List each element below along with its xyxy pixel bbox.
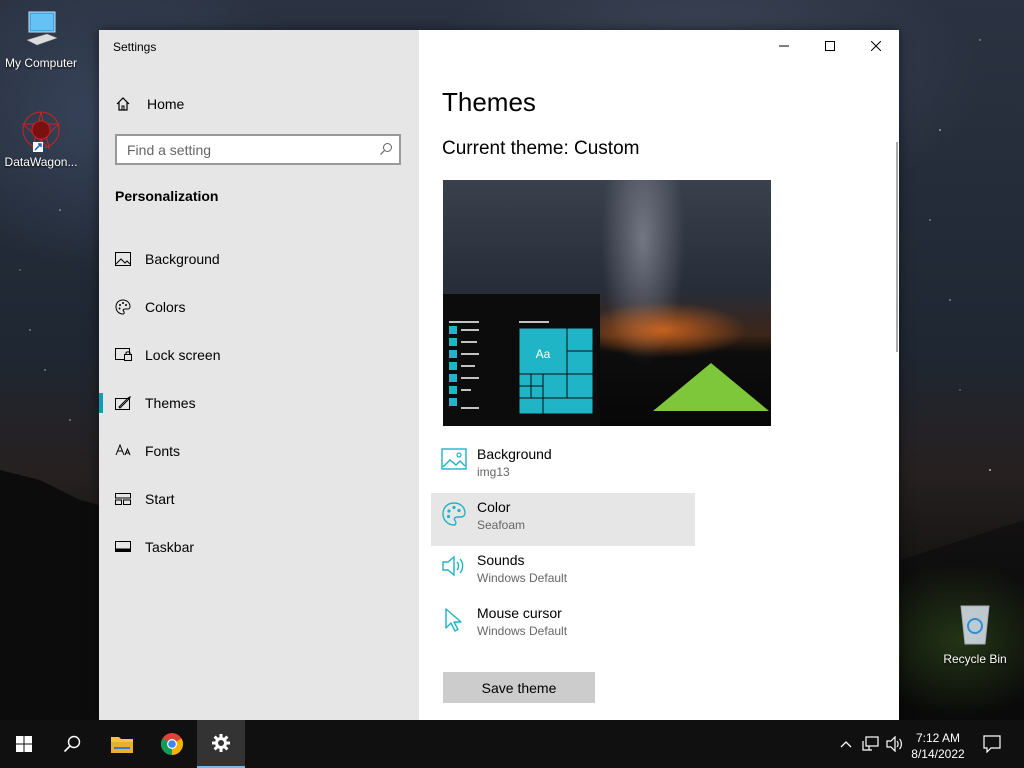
window-title: Settings — [113, 40, 157, 54]
taskbar-chrome[interactable] — [148, 720, 196, 768]
desktop-icon-label: Recycle Bin — [943, 652, 1007, 666]
sidebar-item-lock-screen[interactable]: Lock screen — [99, 331, 419, 379]
themes-icon — [115, 395, 145, 411]
minimize-icon — [779, 45, 789, 47]
desktop-icon-recycle-bin[interactable]: Recycle Bin — [934, 602, 1016, 666]
desktop-icon-label: DataWagon... — [4, 155, 78, 169]
start-menu-preview-graphic: Aa — [449, 321, 594, 415]
theme-item-title: Background — [477, 446, 552, 462]
theme-item-value: Windows Default — [477, 571, 568, 585]
tent-shape — [653, 363, 769, 411]
volume-button[interactable] — [884, 720, 906, 768]
chevron-up-icon — [840, 741, 852, 748]
sidebar-item-colors[interactable]: Colors — [99, 283, 419, 331]
maximize-button[interactable] — [807, 30, 853, 62]
sidebar-item-start[interactable]: Start — [99, 475, 419, 523]
sidebar-nav: Background Colors Lock screen Themes Fon… — [99, 235, 419, 571]
sidebar-item-label: Background — [145, 251, 220, 267]
start-button[interactable] — [0, 720, 48, 768]
preview-tile-text: Aa — [536, 347, 551, 361]
theme-item-value: Seafoam — [477, 518, 526, 532]
find-setting-search[interactable] — [115, 134, 401, 165]
theme-item-value: img13 — [477, 465, 510, 479]
speaker-icon — [441, 555, 467, 582]
sidebar-item-label: Colors — [145, 299, 186, 315]
sidebar-item-label: Fonts — [145, 443, 181, 459]
theme-item-value: Windows Default — [477, 624, 568, 638]
search-icon[interactable] — [379, 142, 393, 161]
action-center-button[interactable] — [968, 720, 1016, 768]
close-button[interactable] — [853, 30, 899, 62]
computer-icon — [23, 11, 59, 53]
recycle-bin-icon — [955, 605, 995, 649]
minimize-button[interactable] — [761, 30, 807, 62]
theme-item-color[interactable]: Color Seafoam — [431, 493, 695, 546]
clock-date: 8/14/2022 — [911, 747, 965, 761]
theme-item-title: Color — [477, 499, 511, 515]
system-clock[interactable]: 7:12 AM 8/14/2022 — [906, 730, 970, 762]
taskbar: 7:12 AM 8/14/2022 — [0, 720, 1024, 768]
maximize-icon — [825, 41, 835, 51]
close-icon — [871, 41, 881, 51]
sidebar-item-fonts[interactable]: Fonts — [99, 427, 419, 475]
current-theme-value: Custom — [574, 138, 640, 159]
taskbar-icon — [115, 541, 145, 553]
taskbar-search-button[interactable] — [48, 720, 96, 768]
notification-icon — [983, 735, 1001, 753]
picture-icon — [441, 448, 467, 474]
gear-icon — [212, 734, 230, 752]
search-icon — [63, 735, 81, 753]
theme-item-title: Mouse cursor — [477, 605, 562, 621]
sidebar-item-background[interactable]: Background — [99, 235, 419, 283]
sidebar-item-taskbar[interactable]: Taskbar — [99, 523, 419, 571]
cursor-icon — [441, 608, 467, 637]
desktop-icon-datawagon[interactable]: DataWagon... — [0, 108, 82, 169]
taskbar-file-explorer[interactable] — [98, 720, 146, 768]
folder-icon — [111, 737, 133, 753]
network-icon — [862, 736, 879, 751]
home-label: Home — [147, 96, 185, 112]
window-controls — [761, 30, 899, 62]
search-input[interactable] — [117, 136, 377, 163]
theme-item-sounds[interactable]: Sounds Windows Default — [431, 546, 695, 599]
theme-item-mouse-cursor[interactable]: Mouse cursor Windows Default — [431, 599, 695, 652]
settings-sidebar: Settings Home Personalization Background… — [99, 30, 419, 720]
taskbar-settings[interactable] — [197, 720, 245, 768]
picture-icon — [115, 252, 145, 266]
current-theme-label: Current theme: — [442, 138, 569, 159]
windows-logo-icon — [16, 736, 32, 752]
sidebar-item-label: Themes — [145, 395, 196, 411]
sidebar-item-themes[interactable]: Themes — [99, 379, 419, 427]
network-button[interactable] — [858, 720, 884, 768]
clock-time: 7:12 AM — [915, 731, 961, 745]
show-hidden-icons-button[interactable] — [834, 720, 858, 768]
sidebar-item-label: Start — [145, 491, 175, 507]
home-icon — [115, 96, 147, 112]
theme-preview: Aa — [443, 180, 771, 426]
save-theme-button[interactable]: Save theme — [443, 672, 595, 703]
scrollbar[interactable] — [896, 142, 898, 352]
desktop-icon-label: My Computer — [4, 56, 78, 70]
desktop-icon-my-computer[interactable]: My Computer — [0, 10, 82, 70]
page-title: Themes — [442, 87, 536, 117]
home-nav-item[interactable]: Home — [115, 94, 184, 114]
sidebar-item-label: Lock screen — [145, 347, 221, 363]
settings-window: Settings Home Personalization Background… — [99, 30, 899, 720]
speaker-icon — [886, 736, 902, 752]
chrome-icon — [161, 733, 183, 755]
theme-item-background[interactable]: Background img13 — [431, 440, 695, 493]
palette-icon — [115, 299, 145, 315]
themes-page: Themes Current theme: Custom Aa Backgrou… — [419, 30, 899, 720]
current-theme-heading: Current theme: Custom — [442, 138, 639, 160]
section-title-personalization: Personalization — [115, 188, 219, 204]
lock-screen-icon — [115, 348, 145, 362]
palette-icon — [441, 502, 467, 531]
fonts-icon — [115, 444, 145, 458]
start-icon — [115, 493, 145, 505]
start-menu-preview: Aa — [443, 294, 600, 426]
theme-item-title: Sounds — [477, 552, 525, 568]
sidebar-item-label: Taskbar — [145, 539, 195, 555]
